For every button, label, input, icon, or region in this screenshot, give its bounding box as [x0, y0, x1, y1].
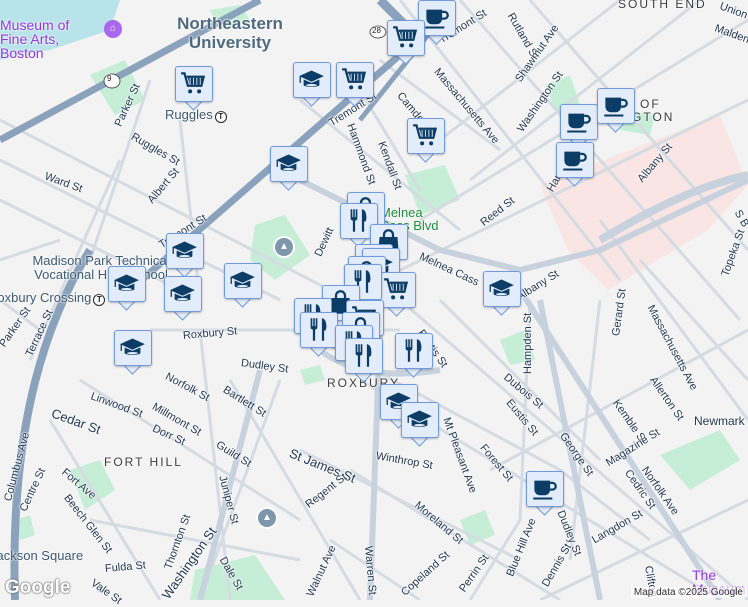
restaurant-icon	[400, 337, 427, 364]
ruggles-station[interactable]: Ruggles T	[165, 108, 227, 123]
poi-museum-fine-arts[interactable]: Museum of Fine Arts, Boston	[0, 18, 100, 60]
route-9-shield-label: 9	[107, 74, 112, 83]
school-icon	[169, 280, 196, 307]
school-poi-icon: ▲	[273, 236, 295, 258]
cafe-marker[interactable]	[556, 142, 594, 187]
school-marker[interactable]	[114, 330, 152, 375]
poi-label: Museum of Fine Arts, Boston	[0, 17, 70, 61]
cart-marker[interactable]	[407, 118, 445, 163]
school-icon	[298, 66, 325, 93]
station-label: Roxbury Crossing	[0, 290, 92, 305]
transit-icon: T	[93, 294, 106, 306]
restaurant-icon	[350, 342, 377, 369]
school-icon	[171, 237, 198, 264]
neighborhood-fort-hill: FORT HILL	[104, 455, 183, 469]
restaurant-marker[interactable]	[300, 312, 338, 357]
school-icon	[406, 406, 433, 433]
school-marker[interactable]	[293, 62, 331, 107]
restaurant-marker[interactable]	[345, 338, 383, 383]
cart-icon	[383, 276, 410, 303]
campus-label-a: OF	[640, 97, 661, 111]
street-label: Hampden St	[522, 312, 534, 374]
cafe-icon	[602, 92, 629, 119]
cart-icon	[180, 70, 207, 97]
neighborhood-south-end: SOUTH END	[618, 0, 707, 11]
cart-icon	[392, 24, 419, 51]
school-marker[interactable]	[166, 233, 204, 278]
cafe-icon	[565, 108, 592, 135]
transit-icon: T	[214, 111, 227, 123]
school-poi-icon: ▲	[256, 507, 278, 529]
poi-northeastern-university[interactable]: Northeastern University	[172, 14, 288, 52]
jackson-square[interactable]: Jackson Square	[0, 549, 83, 563]
restaurant-icon	[345, 207, 372, 234]
street-label: Newmark	[694, 414, 745, 428]
route-28-shield-label: 28	[372, 26, 381, 35]
school-icon	[119, 334, 146, 361]
cafe-marker[interactable]	[526, 471, 564, 516]
cart-icon	[341, 66, 368, 93]
cafe-icon	[561, 146, 588, 173]
map-attribution[interactable]: Map data ©2025 Google	[630, 587, 746, 598]
school-icon	[113, 270, 140, 297]
school-marker[interactable]	[108, 266, 146, 311]
cart-marker[interactable]	[175, 66, 213, 111]
school-marker[interactable]	[164, 276, 202, 321]
cart-marker[interactable]	[336, 62, 374, 107]
museum-icon: ⌂	[104, 20, 122, 38]
google-logo[interactable]: Google	[5, 577, 70, 599]
poi-madison-park[interactable]: Madison Park Technical Vocational High S…	[26, 254, 176, 282]
school-marker[interactable]	[401, 402, 439, 447]
restaurant-marker[interactable]	[395, 333, 433, 378]
cafe-icon	[423, 4, 450, 31]
school-marker[interactable]	[224, 263, 262, 308]
school-marker[interactable]	[270, 146, 308, 191]
cafe-icon	[531, 475, 558, 502]
school-icon	[229, 267, 256, 294]
campus-label-b: GTON	[632, 110, 675, 124]
school-icon	[275, 150, 302, 177]
cart-icon	[412, 122, 439, 149]
restaurant-icon	[305, 316, 332, 343]
cafe-marker[interactable]	[597, 88, 635, 133]
school-icon	[488, 275, 515, 302]
roxbury-crossing-station[interactable]: Roxbury CrossingT	[0, 290, 106, 306]
cart-marker[interactable]	[387, 20, 425, 65]
school-marker[interactable]	[483, 271, 521, 316]
